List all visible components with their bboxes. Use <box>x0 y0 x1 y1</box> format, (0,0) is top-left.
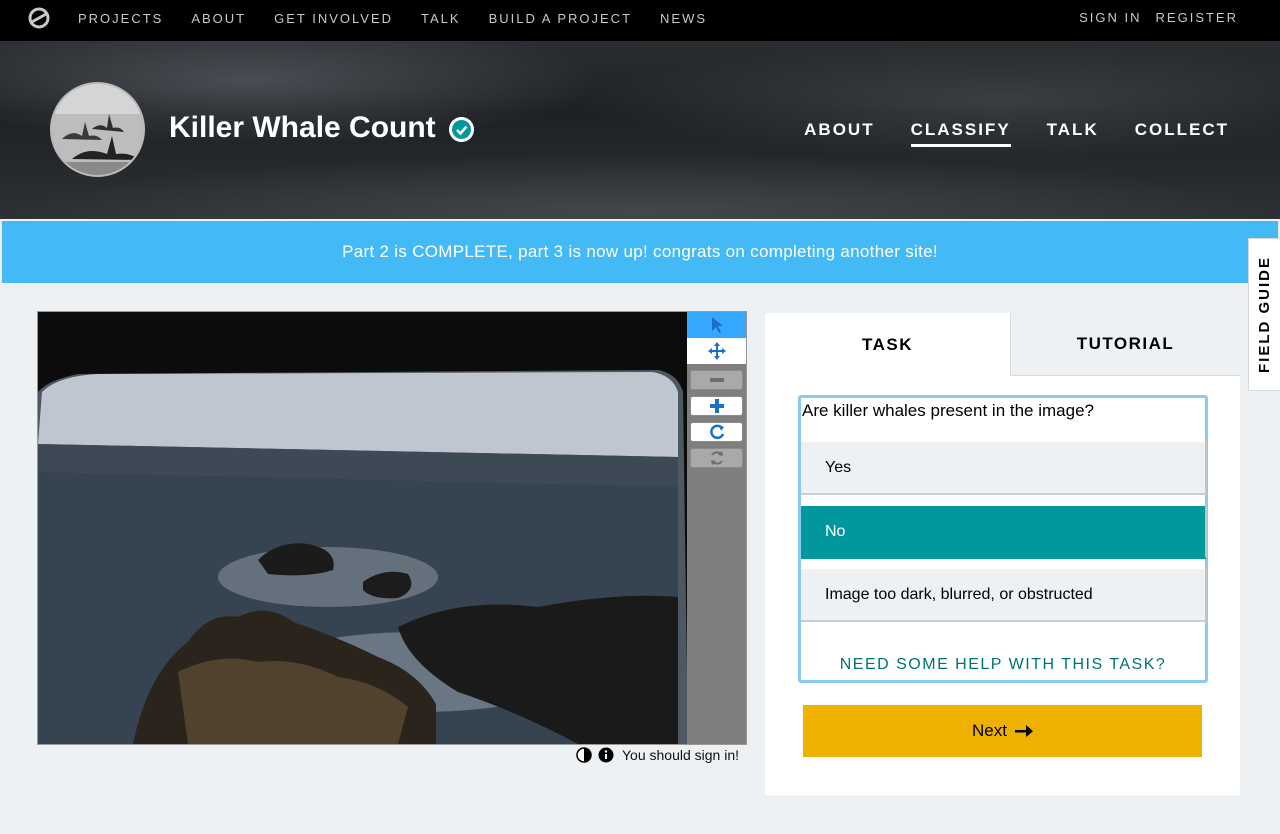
project-header: Killer Whale Count ABOUT CLASSIFY TALK C… <box>0 41 1280 219</box>
rotate-button[interactable] <box>690 422 743 442</box>
pointer-tool-button[interactable] <box>687 312 746 338</box>
info-icon[interactable] <box>598 747 614 763</box>
next-button[interactable]: Next <box>803 705 1202 757</box>
site-nav-links: PROJECTS ABOUT GET INVOLVED TALK BUILD A… <box>78 0 735 37</box>
auth-links: SIGN IN REGISTER <box>1065 0 1238 35</box>
arrow-right-icon <box>1014 725 1033 737</box>
project-nav-collect[interactable]: COLLECT <box>1135 120 1229 147</box>
pan-icon <box>707 342 726 360</box>
field-guide-label: FIELD GUIDE <box>1256 255 1274 374</box>
zoom-in-icon <box>709 399 724 413</box>
coastline-photo <box>38 312 687 744</box>
project-nav-talk[interactable]: TALK <box>1047 120 1099 147</box>
reset-icon <box>710 451 723 465</box>
tab-task[interactable]: TASK <box>765 313 1010 376</box>
task-area: Are killer whales present in the image? … <box>798 395 1208 683</box>
answer-image-too-dark[interactable]: Image too dark, blurred, or obstructed <box>801 569 1207 622</box>
task-help-button[interactable]: NEED SOME HELP WITH THIS TASK? <box>801 656 1205 674</box>
rotate-icon <box>709 424 724 440</box>
zoom-out-button[interactable] <box>690 370 743 390</box>
nav-talk[interactable]: TALK <box>421 11 461 26</box>
nav-about[interactable]: ABOUT <box>191 11 246 26</box>
signin-hint: You should sign in! <box>622 747 740 763</box>
field-guide-tab[interactable]: FIELD GUIDE <box>1248 238 1280 391</box>
project-title[interactable]: Killer Whale Count <box>169 111 436 145</box>
nav-get-involved[interactable]: GET INVOLVED <box>274 11 393 26</box>
pointer-icon <box>711 317 723 333</box>
contrast-icon[interactable] <box>576 747 592 763</box>
site-top-nav: PROJECTS ABOUT GET INVOLVED TALK BUILD A… <box>0 0 1280 41</box>
sign-in-link[interactable]: SIGN IN <box>1079 10 1141 25</box>
zooniverse-logo-icon[interactable] <box>26 5 52 31</box>
viewer-meta-bar: You should sign in! <box>576 747 739 763</box>
reset-button[interactable] <box>690 448 743 468</box>
orca-avatar-image <box>52 84 143 175</box>
nav-news[interactable]: NEWS <box>660 11 707 26</box>
task-tabs: TASK TUTORIAL <box>765 313 1240 376</box>
project-nav-about[interactable]: ABOUT <box>804 120 874 147</box>
verified-check-icon <box>449 117 474 142</box>
tab-tutorial[interactable]: TUTORIAL <box>1010 313 1240 376</box>
nav-projects[interactable]: PROJECTS <box>78 11 163 26</box>
nav-build-a-project[interactable]: BUILD A PROJECT <box>489 11 632 26</box>
next-label: Next <box>972 721 1007 740</box>
answer-no[interactable]: No <box>801 506 1207 559</box>
zoom-in-button[interactable] <box>690 396 743 416</box>
answer-yes[interactable]: Yes <box>801 442 1207 495</box>
task-panel: TASK TUTORIAL Are killer whales present … <box>765 313 1240 795</box>
subject-viewer <box>37 311 747 745</box>
task-question: Are killer whales present in the image? <box>802 401 1094 420</box>
register-link[interactable]: REGISTER <box>1156 10 1238 25</box>
announcement-banner: Part 2 is COMPLETE, part 3 is now up! co… <box>2 221 1278 283</box>
viewer-toolbar <box>687 312 746 744</box>
pan-tool-button[interactable] <box>687 338 746 364</box>
project-avatar[interactable] <box>50 82 145 177</box>
zoom-out-icon <box>709 378 724 382</box>
subject-image[interactable] <box>38 312 687 744</box>
announcement-text: Part 2 is COMPLETE, part 3 is now up! co… <box>342 242 938 261</box>
project-nav-classify[interactable]: CLASSIFY <box>910 120 1011 147</box>
project-nav: ABOUT CLASSIFY TALK COLLECT <box>804 120 1229 147</box>
